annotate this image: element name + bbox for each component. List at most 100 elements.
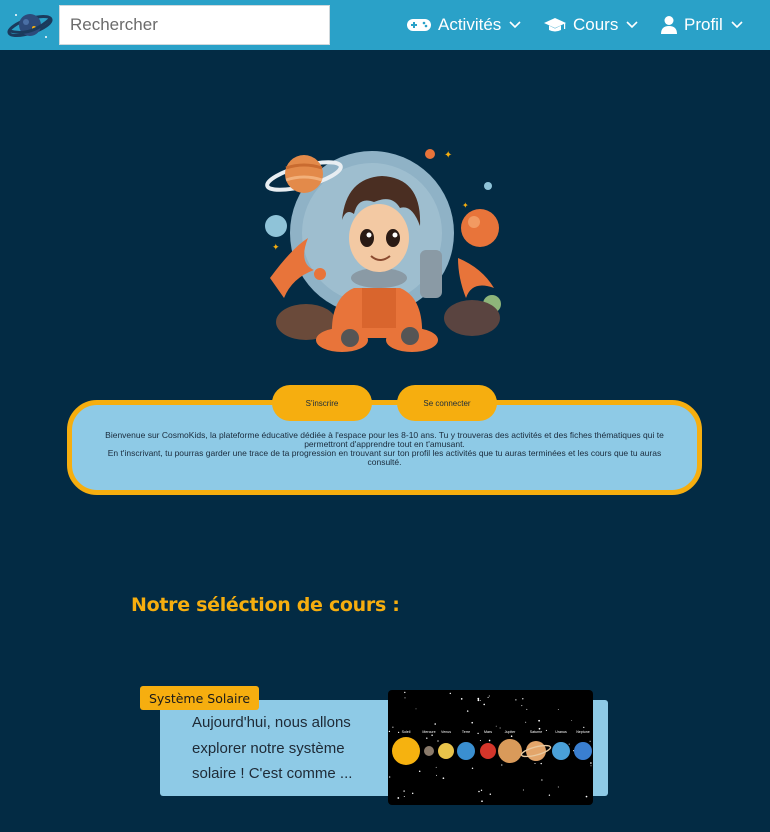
planet-uranus xyxy=(552,742,570,760)
planet-jupiter xyxy=(498,739,522,763)
star-dot xyxy=(557,786,559,788)
star-dot xyxy=(466,710,469,712)
star-dot xyxy=(404,697,406,699)
section-title: Notre séléction de cours : xyxy=(131,594,400,616)
star-dot xyxy=(526,708,528,710)
star-dot xyxy=(435,766,437,768)
star-dot xyxy=(477,732,479,735)
graduation-cap-icon xyxy=(543,16,567,34)
star-dot xyxy=(590,765,592,767)
login-button[interactable]: Se connecter xyxy=(397,385,497,421)
star-dot xyxy=(389,776,391,778)
star-dot xyxy=(488,739,491,742)
star-dot xyxy=(437,740,439,742)
planet-logo-icon[interactable] xyxy=(6,7,54,43)
planet-terre xyxy=(457,742,475,760)
star-dot xyxy=(522,698,524,700)
star-dot xyxy=(534,762,536,765)
star-dot xyxy=(411,792,414,795)
welcome-box: Bienvenue sur CosmoKids, la plateforme é… xyxy=(67,400,702,495)
star-dot xyxy=(397,797,400,799)
nav-cours-label: Cours xyxy=(573,15,619,34)
star-dot xyxy=(525,721,527,723)
planet-label: Jupiter xyxy=(505,730,517,734)
astronaut-kid-illustration: ✦ ✦ ✦ xyxy=(262,138,510,360)
star-dot xyxy=(415,708,417,710)
star-dot xyxy=(397,731,400,734)
welcome-line-1: Bienvenue sur CosmoKids, la plateforme é… xyxy=(105,430,664,449)
planet-label: Terre xyxy=(462,730,470,734)
planet-label: Neptune xyxy=(576,730,590,734)
star-dot xyxy=(480,789,483,791)
star-dot xyxy=(477,697,480,700)
star-dot xyxy=(426,737,428,739)
star-dot xyxy=(479,699,481,701)
chevron-down-icon xyxy=(626,21,638,29)
welcome-line-2: En t'inscrivant, tu pourras garder une t… xyxy=(107,448,662,467)
star-dot xyxy=(501,764,503,766)
nav-cours[interactable]: Cours xyxy=(543,0,638,50)
star-dot xyxy=(392,726,394,728)
star-dot xyxy=(489,793,492,795)
star-dot xyxy=(479,739,481,742)
planet-soleil xyxy=(392,737,420,765)
star-dot xyxy=(571,719,573,721)
planet-label: Mars xyxy=(484,730,492,734)
star-dot xyxy=(541,779,543,781)
star-dot xyxy=(471,767,474,770)
star-dot xyxy=(568,743,570,745)
star-dot xyxy=(521,705,523,707)
star-dot xyxy=(404,691,406,694)
signup-button[interactable]: S'inscrire xyxy=(272,385,372,421)
nav-activites-label: Activités xyxy=(438,15,502,34)
svg-text:✦: ✦ xyxy=(272,242,280,252)
nav-profil[interactable]: Profil xyxy=(660,0,743,50)
star-dot xyxy=(471,721,473,724)
star-dot xyxy=(589,740,591,742)
star-dot xyxy=(477,699,480,702)
star-dot xyxy=(510,735,513,737)
star-dot xyxy=(481,800,483,803)
svg-text:✦: ✦ xyxy=(462,201,469,210)
planet-label: Uranus xyxy=(555,730,567,734)
chevron-down-icon xyxy=(731,21,743,29)
planet-neptune xyxy=(574,742,592,760)
star-dot xyxy=(590,762,592,764)
gamepad-icon xyxy=(406,17,432,33)
planet-saturne xyxy=(526,741,546,761)
star-dot xyxy=(442,777,445,780)
nav-activites[interactable]: Activités xyxy=(406,0,521,50)
star-dot xyxy=(585,795,588,798)
star-dot xyxy=(403,795,405,798)
star-dot xyxy=(583,726,585,729)
star-dot xyxy=(557,708,559,710)
star-dot xyxy=(403,790,405,792)
planet-mars xyxy=(480,743,496,759)
star-dot xyxy=(436,774,437,776)
planet-mercure xyxy=(424,746,434,756)
star-dot xyxy=(478,790,480,793)
star-dot xyxy=(515,699,517,701)
star-dot xyxy=(540,762,542,765)
course-tag[interactable]: Système Solaire xyxy=(140,686,260,710)
navbar: Activités Cours Profil xyxy=(0,0,770,50)
star-dot xyxy=(483,703,485,706)
star-dot xyxy=(488,695,490,697)
solar-system-image[interactable]: Soleil Mercure Venus Terre Mars Jupiter Saturn… xyxy=(388,690,593,805)
planet-label: Venus xyxy=(441,730,451,734)
star-dot xyxy=(545,729,547,731)
welcome-text: Bienvenue sur CosmoKids, la plateforme é… xyxy=(96,431,673,467)
chevron-down-icon xyxy=(509,21,521,29)
planet-venus xyxy=(438,743,454,759)
planet-label: Saturne xyxy=(530,730,543,734)
search-input[interactable] xyxy=(59,5,330,45)
user-icon xyxy=(660,15,678,35)
star-dot xyxy=(434,723,436,725)
star-dot xyxy=(431,734,433,737)
star-dot xyxy=(538,719,540,722)
star-dot xyxy=(495,725,497,727)
star-dot xyxy=(388,730,391,733)
star-dot xyxy=(418,770,421,773)
nav-profil-label: Profil xyxy=(684,15,723,34)
star-dot xyxy=(522,789,524,791)
